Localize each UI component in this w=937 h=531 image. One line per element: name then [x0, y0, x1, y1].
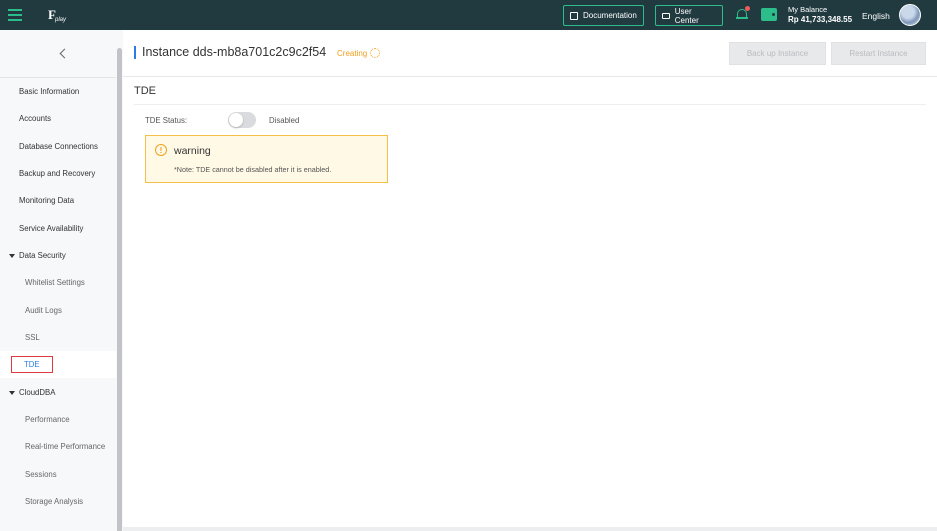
caret-down-icon	[9, 253, 15, 258]
wallet-icon[interactable]	[761, 8, 777, 21]
status-badge: Creating	[337, 49, 368, 58]
avatar[interactable]	[899, 4, 921, 26]
notification-dot	[745, 6, 750, 11]
backup-instance-button[interactable]: Back up Instance	[729, 42, 826, 65]
menu-icon[interactable]	[8, 9, 22, 21]
sidebar-item-basic-information[interactable]: Basic Information	[0, 78, 116, 105]
section-divider	[134, 104, 926, 105]
sidebar-item-backup-and-recovery[interactable]: Backup and Recovery	[0, 160, 116, 187]
back-button[interactable]	[0, 30, 123, 76]
title-accent	[134, 46, 136, 59]
balance[interactable]: My Balance Rp 41,733,348.55	[788, 5, 852, 25]
sidebar-item-label: Storage Analysis	[25, 497, 84, 506]
sidebar-item-label: Performance	[25, 415, 70, 424]
sidebar-item-storage-analysis[interactable]: Storage Analysis	[0, 488, 116, 515]
sidebar-item-label: Sessions	[25, 470, 57, 479]
sidebar-item-label: Backup and Recovery	[19, 169, 96, 178]
sidebar-item-label: Monitoring Data	[19, 196, 75, 205]
sidebar-scrollbar[interactable]	[117, 48, 122, 531]
sidebar-item-sessions[interactable]: Sessions	[0, 461, 116, 488]
tde-toggle[interactable]	[228, 112, 256, 128]
chevron-left-icon	[59, 48, 70, 58]
sidebar-item-performance[interactable]: Performance	[0, 406, 116, 433]
sidebar-item-label: Real-time Performance	[25, 442, 106, 451]
logo[interactable]: F play	[48, 7, 68, 25]
documentation-label: Documentation	[583, 11, 637, 20]
page-title: Instance dds-mb8a701c2c9c2f54	[142, 45, 327, 59]
sidebar-item-label: Audit Logs	[25, 306, 62, 315]
restart-instance-button[interactable]: Restart Instance	[831, 42, 926, 65]
sidebar-item-real-time-performance[interactable]: Real-time Performance	[0, 433, 116, 460]
main-content: Instance dds-mb8a701c2c9c2f54 Creating B…	[123, 30, 937, 527]
toggle-knob	[229, 113, 243, 127]
balance-label: My Balance	[788, 5, 828, 14]
documentation-button[interactable]: Documentation	[563, 5, 644, 26]
user-center-label: User Center	[674, 6, 699, 25]
sidebar-group-clouddba[interactable]: CloudDBA	[0, 379, 116, 406]
language-selector[interactable]: English	[862, 11, 890, 21]
sidebar-item-accounts[interactable]: Accounts	[0, 105, 116, 132]
sidebar-item-label: Basic Information	[19, 87, 80, 96]
sidebar-item-whitelist-settings[interactable]: Whitelist Settings	[0, 269, 116, 296]
page-header: Instance dds-mb8a701c2c9c2f54 Creating B…	[123, 30, 937, 77]
warning-note: *Note: TDE cannot be disabled after it i…	[174, 165, 332, 174]
caret-down-icon	[9, 390, 15, 395]
sidebar-item-label: Database Connections	[19, 142, 98, 151]
sidebar-item-label: TDE	[11, 356, 53, 373]
sidebar-item-service-availability[interactable]: Service Availability	[0, 215, 116, 242]
sidebar-group-data-security[interactable]: Data Security	[0, 242, 116, 269]
sidebar: Basic Information Accounts Database Conn…	[0, 30, 123, 531]
sidebar-item-monitoring-data[interactable]: Monitoring Data	[0, 187, 116, 214]
warning-icon: !	[155, 144, 167, 156]
logo-text: play	[55, 17, 67, 23]
warning-box: ! warning *Note: TDE cannot be disabled …	[145, 135, 388, 183]
warning-title: warning	[174, 145, 211, 157]
bottom-strip	[123, 527, 937, 531]
balance-amount: Rp 41,733,348.55	[788, 15, 853, 24]
sidebar-item-audit-logs[interactable]: Audit Logs	[0, 297, 116, 324]
sidebar-item-database-connections[interactable]: Database Connections	[0, 133, 116, 160]
sidebar-item-ssl[interactable]: SSL	[0, 324, 116, 351]
loading-spinner-icon	[370, 48, 380, 58]
sidebar-item-label: SSL	[25, 333, 40, 342]
section-title: TDE	[134, 85, 156, 97]
sidebar-item-label: Whitelist Settings	[25, 278, 85, 287]
sidebar-group-label: Data Security	[19, 251, 66, 260]
sidebar-item-tde[interactable]: TDE	[0, 351, 116, 378]
sidebar-group-label: CloudDBA	[19, 388, 56, 397]
bell-icon[interactable]	[736, 6, 750, 21]
sidebar-item-label: Service Availability	[19, 224, 84, 233]
monitor-icon	[662, 12, 670, 19]
tde-status-label: TDE Status:	[145, 116, 188, 125]
document-icon	[570, 11, 578, 20]
sidebar-item-label: Accounts	[19, 114, 52, 123]
tde-toggle-state: Disabled	[269, 116, 300, 125]
top-bar: F play Documentation User Center My Bala…	[0, 0, 937, 30]
user-center-button[interactable]: User Center	[655, 5, 723, 26]
